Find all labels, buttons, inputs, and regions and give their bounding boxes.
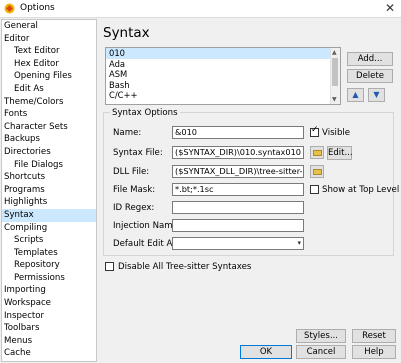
tree-item[interactable]: Fonts: [2, 108, 96, 121]
language-list[interactable]: 010 Ada ASM Bash C/C++ ▲ ▼: [105, 47, 341, 105]
disable-tree-sitter-checkbox[interactable]: [105, 262, 114, 271]
name-label: Name:: [113, 128, 142, 138]
injection-name-input[interactable]: [172, 219, 304, 232]
tree-item[interactable]: Permissions: [2, 272, 96, 285]
file-mask-input[interactable]: *.bt;*.1sc: [172, 183, 304, 196]
injection-name-label: Injection Name:: [113, 221, 181, 231]
tree-item[interactable]: Menus: [2, 335, 96, 348]
ok-button[interactable]: OK: [240, 345, 292, 359]
tree-item[interactable]: Programs: [2, 184, 96, 197]
tree-item[interactable]: Templates: [2, 247, 96, 260]
tree-item[interactable]: Editor: [2, 33, 96, 46]
syntax-file-browse-button[interactable]: [310, 146, 324, 159]
tree-item[interactable]: Workspace: [2, 297, 96, 310]
styles-button[interactable]: Styles...: [296, 329, 346, 343]
tree-item[interactable]: Syntax: [2, 208, 96, 222]
window-title: Options: [20, 3, 55, 13]
folder-icon: [313, 169, 322, 175]
dll-file-input[interactable]: ($SYNTAX_DLL_DIR)\tree-sitter-010.dll: [172, 165, 304, 178]
tree-item[interactable]: Text Editor: [2, 45, 96, 58]
cancel-button[interactable]: Cancel: [296, 345, 346, 359]
default-edit-as-select[interactable]: ▾: [172, 237, 304, 250]
tree-item[interactable]: Inspector: [2, 310, 96, 323]
language-list-item[interactable]: C/C++: [106, 90, 340, 101]
help-button[interactable]: Help: [352, 345, 396, 359]
syntax-options-title: Syntax Options: [110, 108, 180, 118]
default-edit-as-label: Default Edit As:: [113, 239, 180, 249]
file-mask-label: File Mask:: [113, 185, 156, 195]
id-regex-input[interactable]: [172, 201, 304, 214]
tree-item[interactable]: Hex Editor: [2, 58, 96, 71]
delete-button[interactable]: Delete: [347, 69, 393, 83]
tree-item[interactable]: Backups: [2, 133, 96, 146]
app-icon: [4, 3, 15, 14]
tree-item[interactable]: Character Sets: [2, 121, 96, 134]
tree-item[interactable]: Opening Files: [2, 70, 96, 83]
tree-item[interactable]: Cache: [2, 347, 96, 360]
scroll-thumb[interactable]: [332, 58, 338, 86]
arrow-up-icon: ▲: [352, 90, 359, 99]
tree-item[interactable]: Compiling: [2, 222, 96, 235]
edit-button[interactable]: Edit...: [327, 146, 353, 160]
show-top-level-label: Show at Top Level: [322, 185, 400, 195]
tree-item[interactable]: Importing: [2, 284, 96, 297]
dll-file-browse-button[interactable]: [310, 165, 324, 178]
move-up-button[interactable]: ▲: [347, 88, 364, 102]
options-tree[interactable]: General Editor Text Editor Hex Editor Openin…: [1, 19, 97, 362]
show-top-level-checkbox[interactable]: [310, 185, 319, 194]
close-icon[interactable]: ✕: [385, 1, 395, 15]
dll-file-label: DLL File:: [113, 167, 150, 177]
tree-item[interactable]: Repository: [2, 259, 96, 272]
check-icon: ✓: [311, 125, 319, 135]
tree-item[interactable]: Theme/Colors: [2, 96, 96, 109]
language-list-scrollbar[interactable]: ▲ ▼: [330, 48, 340, 104]
tree-item[interactable]: Shortcuts: [2, 171, 96, 184]
scroll-down-arrow-icon[interactable]: ▼: [332, 96, 337, 103]
folder-icon: [313, 150, 322, 156]
tree-item[interactable]: Toolbars: [2, 322, 96, 335]
language-list-item[interactable]: ASM: [106, 69, 340, 80]
move-down-button[interactable]: ▼: [368, 88, 385, 102]
syntax-file-input[interactable]: ($SYNTAX_DIR)\010.syntax010: [172, 146, 304, 159]
tree-item[interactable]: Highlights: [2, 196, 96, 209]
chevron-down-icon: ▾: [297, 239, 301, 247]
tree-item[interactable]: General: [2, 20, 96, 33]
arrow-down-icon: ▼: [373, 90, 380, 99]
visible-checkbox[interactable]: ✓: [310, 125, 319, 137]
name-input[interactable]: &010: [172, 126, 304, 139]
language-list-item[interactable]: 010: [106, 48, 340, 59]
tree-item[interactable]: Scripts: [2, 234, 96, 247]
scroll-up-arrow-icon[interactable]: ▲: [332, 49, 337, 56]
language-list-item[interactable]: Ada: [106, 59, 340, 70]
tree-item[interactable]: Edit As: [2, 83, 96, 96]
reset-button[interactable]: Reset: [352, 329, 396, 343]
title-bar: Options ✕: [0, 0, 401, 18]
disable-tree-sitter-label: Disable All Tree-sitter Syntaxes: [118, 262, 252, 272]
id-regex-label: ID Regex:: [113, 203, 155, 213]
visible-label: Visible: [322, 128, 351, 138]
syntax-file-label: Syntax File:: [113, 148, 163, 158]
tree-item[interactable]: File Dialogs: [2, 159, 96, 172]
language-list-item[interactable]: Bash: [106, 80, 340, 91]
page-title: Syntax: [103, 25, 150, 41]
add-button[interactable]: Add...: [347, 52, 393, 66]
tree-item[interactable]: Directories: [2, 146, 96, 159]
